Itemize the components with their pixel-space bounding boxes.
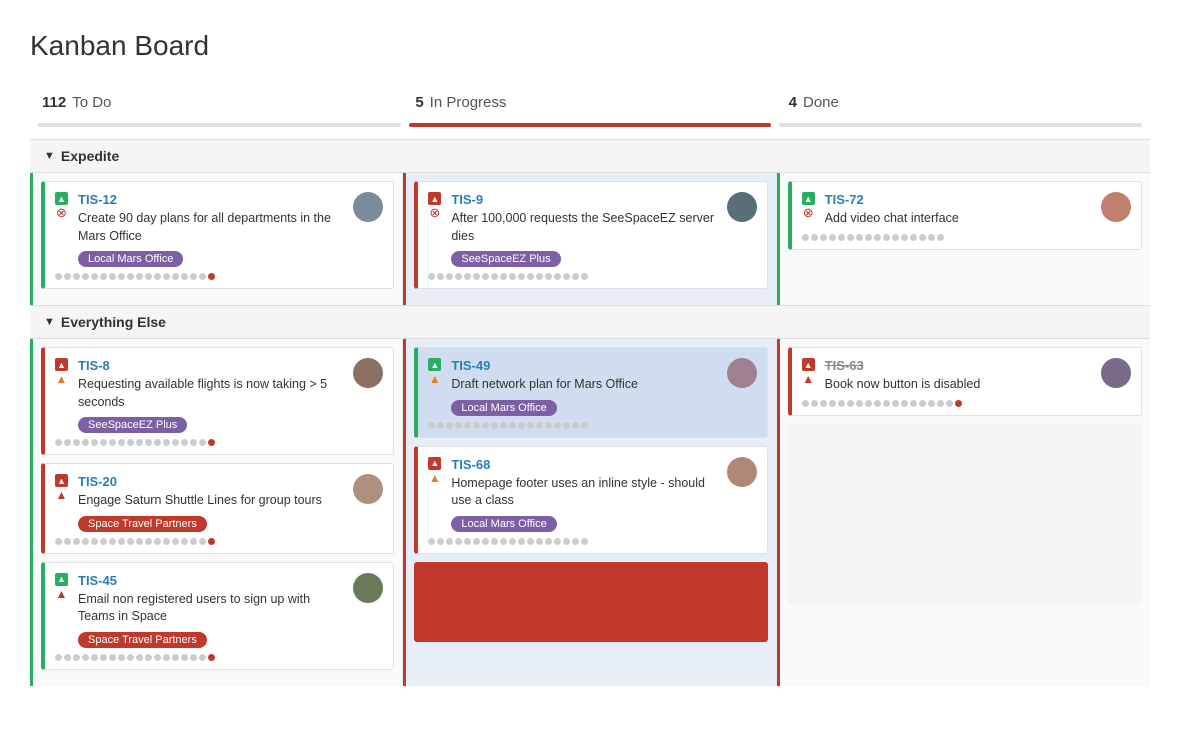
card-dots — [55, 538, 383, 545]
card-title: Create 90 day plans for all departments … — [78, 210, 349, 245]
col-divider-todo — [38, 123, 401, 127]
avatar — [1101, 192, 1131, 222]
avatar — [353, 474, 383, 504]
page-title: Kanban Board — [30, 30, 1150, 62]
card-id[interactable]: TIS-49 — [451, 358, 490, 373]
avatar — [727, 358, 757, 388]
card-dots — [802, 400, 1131, 407]
card-title: Book now button is disabled — [825, 376, 1097, 394]
card-title: After 100,000 requests the SeeSpaceEZ se… — [451, 210, 722, 245]
block-icon: ⊗ — [803, 206, 814, 219]
card-title: Homepage footer uses an inline style - s… — [451, 475, 722, 510]
card-tis-45[interactable]: ▲ ▲ TIS-45 Email non registered users to… — [41, 562, 394, 670]
card-title: Requesting available flights is now taki… — [78, 376, 349, 411]
card-dots — [55, 273, 383, 280]
card-dots — [55, 439, 383, 446]
bug-icon: ▲ — [428, 192, 441, 205]
card-tis-12[interactable]: ▲ ⊗ TIS-12 Create 90 day plans for all d… — [41, 181, 394, 289]
section-header-expedite: ▼ Expedite — [30, 139, 1150, 173]
bug-icon: ▲ — [802, 192, 815, 205]
priority-icon: ▲ — [56, 587, 68, 601]
block-icon: ⊗ — [56, 206, 67, 219]
card-tis-8[interactable]: ▲ ▲ TIS-8 Requesting available flights i… — [41, 347, 394, 455]
priority-icon: ▲ — [56, 488, 68, 502]
card-title: Engage Saturn Shuttle Lines for group to… — [78, 492, 349, 510]
card-title: Email non registered users to sign up wi… — [78, 591, 349, 626]
card-tis-20[interactable]: ▲ ▲ TIS-20 Engage Saturn Shuttle Lines f… — [41, 463, 394, 554]
card-id[interactable]: TIS-63 — [825, 358, 864, 373]
bug-icon: ▲ — [802, 358, 815, 371]
col-header-todo: 112 To Do — [30, 86, 403, 123]
bug-icon: ▲ — [428, 358, 441, 371]
priority-icon: ▲ — [802, 372, 814, 386]
avatar — [353, 573, 383, 603]
avatar — [353, 192, 383, 222]
card-tis-68[interactable]: ▲ ▲ TIS-68 Homepage footer uses an inlin… — [414, 446, 767, 554]
avatar — [1101, 358, 1131, 388]
col-divider-inprogress — [409, 123, 772, 127]
wip-limit-bar — [414, 562, 767, 642]
card-dots — [428, 538, 756, 545]
card-title: Draft network plan for Mars Office — [451, 376, 722, 394]
card-tag: Local Mars Office — [451, 400, 556, 416]
card-tis-9[interactable]: ▲ ⊗ TIS-9 After 100,000 requests the See… — [414, 181, 767, 289]
col-header-done: 4 Done — [777, 86, 1150, 123]
priority-icon: ▲ — [429, 372, 441, 386]
bug-icon: ▲ — [55, 358, 68, 371]
avatar — [353, 358, 383, 388]
card-id[interactable]: TIS-12 — [78, 192, 117, 207]
card-tag: Local Mars Office — [78, 251, 183, 267]
card-tag: Space Travel Partners — [78, 632, 207, 648]
bug-icon: ▲ — [55, 573, 68, 586]
card-tis-63[interactable]: ▲ ▲ TIS-63 Book now button is disabled — [788, 347, 1142, 416]
card-tag: Local Mars Office — [451, 516, 556, 532]
empty-done-area — [788, 424, 1142, 604]
card-tis-49[interactable]: ▲ ▲ TIS-49 Draft network plan for Mars O… — [414, 347, 767, 438]
section-header-everything-else: ▼ Everything Else — [30, 305, 1150, 339]
col-header-inprogress: 5 In Progress — [403, 86, 776, 123]
chevron-down-icon: ▼ — [44, 150, 55, 162]
priority-icon: ▲ — [56, 372, 68, 386]
chevron-down-icon: ▼ — [44, 316, 55, 328]
card-tag: Space Travel Partners — [78, 516, 207, 532]
avatar — [727, 457, 757, 487]
col-divider-done — [779, 123, 1142, 127]
card-dots — [428, 422, 756, 429]
bug-icon: ▲ — [55, 192, 68, 205]
card-tis-72[interactable]: ▲ ⊗ TIS-72 Add video chat interface — [788, 181, 1142, 250]
col-expedite-done: ▲ ⊗ TIS-72 Add video chat interface — [777, 173, 1150, 305]
col-everything-inprogress: ▲ ▲ TIS-49 Draft network plan for Mars O… — [403, 339, 776, 686]
card-id[interactable]: TIS-9 — [451, 192, 483, 207]
card-id[interactable]: TIS-45 — [78, 573, 117, 588]
card-dots — [55, 654, 383, 661]
card-id[interactable]: TIS-20 — [78, 474, 117, 489]
card-tag: SeeSpaceEZ Plus — [78, 417, 187, 433]
priority-icon: ▲ — [429, 471, 441, 485]
col-expedite-todo: ▲ ⊗ TIS-12 Create 90 day plans for all d… — [30, 173, 403, 305]
col-everything-todo: ▲ ▲ TIS-8 Requesting available flights i… — [30, 339, 403, 686]
card-dots — [802, 234, 1131, 241]
card-id[interactable]: TIS-8 — [78, 358, 110, 373]
bug-icon: ▲ — [428, 457, 441, 470]
col-everything-done: ▲ ▲ TIS-63 Book now button is disabled — [777, 339, 1150, 686]
card-tag: SeeSpaceEZ Plus — [451, 251, 560, 267]
block-icon: ⊗ — [429, 206, 440, 219]
col-expedite-inprogress: ▲ ⊗ TIS-9 After 100,000 requests the See… — [403, 173, 776, 305]
avatar — [727, 192, 757, 222]
bug-icon: ▲ — [55, 474, 68, 487]
card-id[interactable]: TIS-72 — [825, 192, 864, 207]
card-title: Add video chat interface — [825, 210, 1097, 228]
card-dots — [428, 273, 756, 280]
card-id[interactable]: TIS-68 — [451, 457, 490, 472]
